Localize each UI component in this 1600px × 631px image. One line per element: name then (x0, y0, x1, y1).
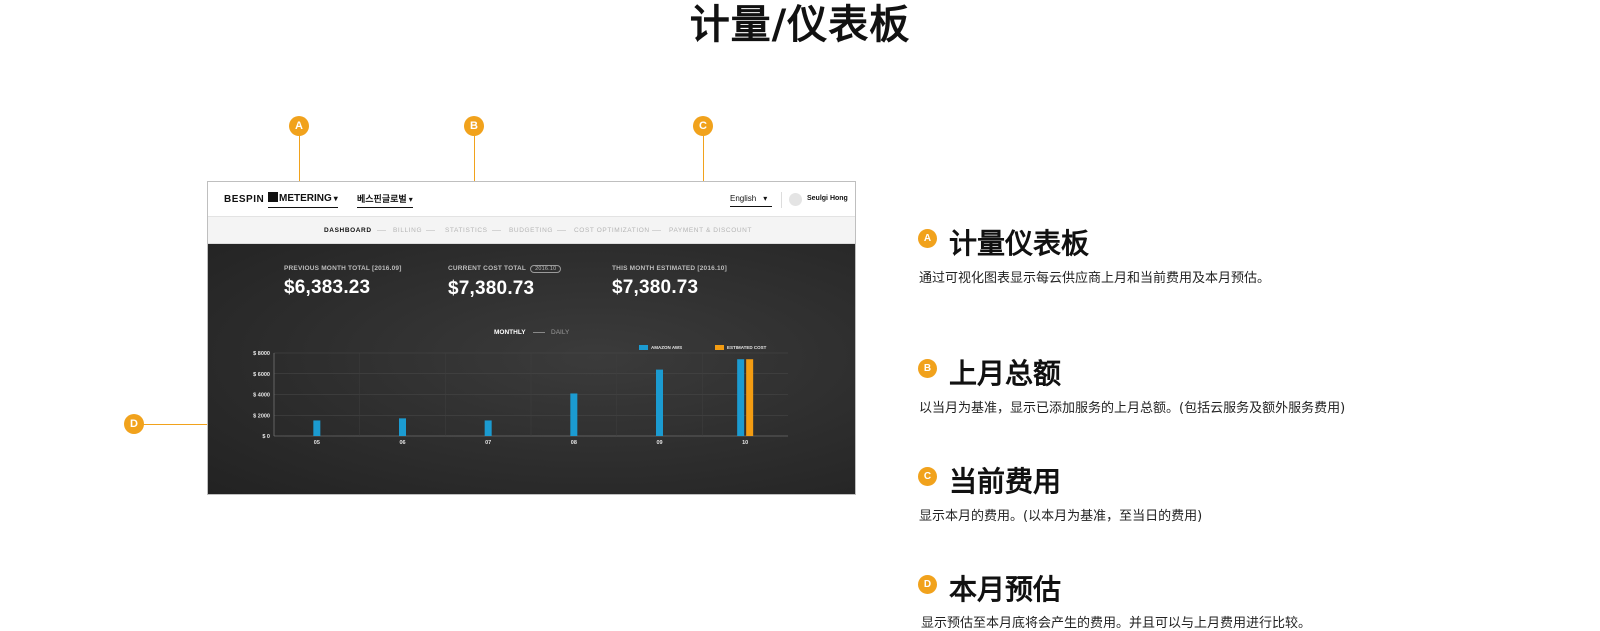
legend-swatch (639, 345, 648, 350)
nav-separator (426, 230, 435, 231)
description-d-text: 显示预估至本月底将会产生的费用。并且可以与上月费用进行比较。 (921, 616, 1312, 631)
nav-separator (377, 230, 386, 231)
x-tick-label: 08 (571, 440, 577, 446)
chalkboard-panel: PREVIOUS MONTH TOTAL [2016.09] $6,383.23… (208, 244, 855, 494)
tab-dashboard[interactable]: DASHBOARD (324, 227, 372, 234)
monthly-cost-chart: $ 0 $ 2000 $ 4000 $ 6000 $ 8000 05 06 07 08 09 10 A… (253, 345, 788, 446)
bar-06-aws (399, 418, 406, 436)
x-tick-label: 05 (314, 440, 320, 446)
bar-10-aws (737, 359, 745, 436)
description-a-text: 通过可视化图表显示每云供应商上月和当前费用及本月预估。 (919, 271, 1271, 286)
description-b-text: 以当月为基准，显示已添加服务的上月总额。(包括云服务及额外服务费用) (919, 401, 1346, 416)
bespin-logo: BESPIN (224, 194, 265, 205)
callout-a-marker: A (289, 116, 309, 136)
description-d-title: 本月预估 (949, 573, 1062, 606)
x-tick-label: 07 (485, 440, 491, 446)
callout-c-marker: C (693, 116, 713, 136)
description-c-text: 显示本月的费用。(以本月为基准，至当日的费用) (919, 509, 1203, 524)
description-d-marker: D (918, 575, 937, 594)
tab-payment-discount[interactable]: PAYMENT & DISCOUNT (669, 227, 752, 234)
legend-label: ESTIMATED COST (727, 345, 767, 350)
metering-icon (268, 192, 278, 202)
chevron-down-icon: ▾ (763, 194, 768, 203)
dashboard-screenshot: BESPIN METERING ▾ 베스핀글로벌 ▾ English ▾ Seulgi… (207, 181, 856, 495)
description-a-title: 计量仪表板 (949, 227, 1090, 260)
nav-separator (492, 230, 501, 231)
bar-09-aws (656, 369, 663, 436)
chevron-down-icon: ▾ (333, 194, 338, 203)
nav-separator (557, 230, 566, 231)
bar-05-aws (313, 420, 321, 436)
bar-10-estimated (746, 359, 754, 436)
bar-08-aws (570, 393, 578, 436)
tab-cost-optimization[interactable]: COST OPTIMIZATION (574, 227, 650, 234)
y-tick-label: $ 4000 (253, 393, 270, 399)
header-divider (781, 192, 782, 208)
description-a-marker: A (918, 229, 937, 248)
y-tick-label: $ 8000 (253, 351, 270, 357)
product-label: METERING (279, 193, 332, 204)
page-title: 计量/仪表板 (689, 2, 911, 48)
user-name[interactable]: Seulgi Hong (807, 195, 848, 202)
y-tick-label: $ 2000 (253, 413, 270, 419)
app-header: BESPIN METERING ▾ 베스핀글로벌 ▾ English ▾ Seulgi… (208, 182, 855, 217)
x-tick-label: 10 (742, 440, 748, 446)
nav-separator (652, 230, 661, 231)
description-c-title: 当前费用 (949, 465, 1062, 498)
language-selector[interactable]: English ▾ (730, 194, 772, 207)
tab-statistics[interactable]: STATISTICS (445, 227, 488, 234)
description-b-title: 上月总额 (949, 357, 1062, 390)
y-tick-label: $ 0 (262, 434, 270, 440)
x-tick-label: 06 (399, 440, 405, 446)
y-tick-label: $ 6000 (253, 372, 270, 378)
bar-07-aws (484, 420, 492, 436)
main-nav: DASHBOARD BILLING STATISTICS BUDGETING C… (208, 217, 855, 244)
legend-swatch (715, 345, 724, 350)
legend-label: AMAZON AWS (651, 345, 682, 350)
tab-budgeting[interactable]: BUDGETING (509, 227, 553, 234)
x-tick-label: 09 (656, 440, 662, 446)
callout-b-marker: B (464, 116, 484, 136)
avatar[interactable] (789, 193, 802, 206)
description-c-marker: C (918, 467, 937, 486)
tab-billing[interactable]: BILLING (393, 227, 422, 234)
language-label: English (730, 194, 757, 203)
product-switcher[interactable]: METERING ▾ (268, 192, 338, 208)
description-b-marker: B (918, 359, 937, 378)
chevron-down-icon: ▾ (408, 195, 413, 204)
callout-d-marker: D (124, 414, 144, 434)
organization-label: 베스핀글로벌 (357, 195, 407, 205)
organization-selector[interactable]: 베스핀글로벌 ▾ (357, 192, 413, 208)
